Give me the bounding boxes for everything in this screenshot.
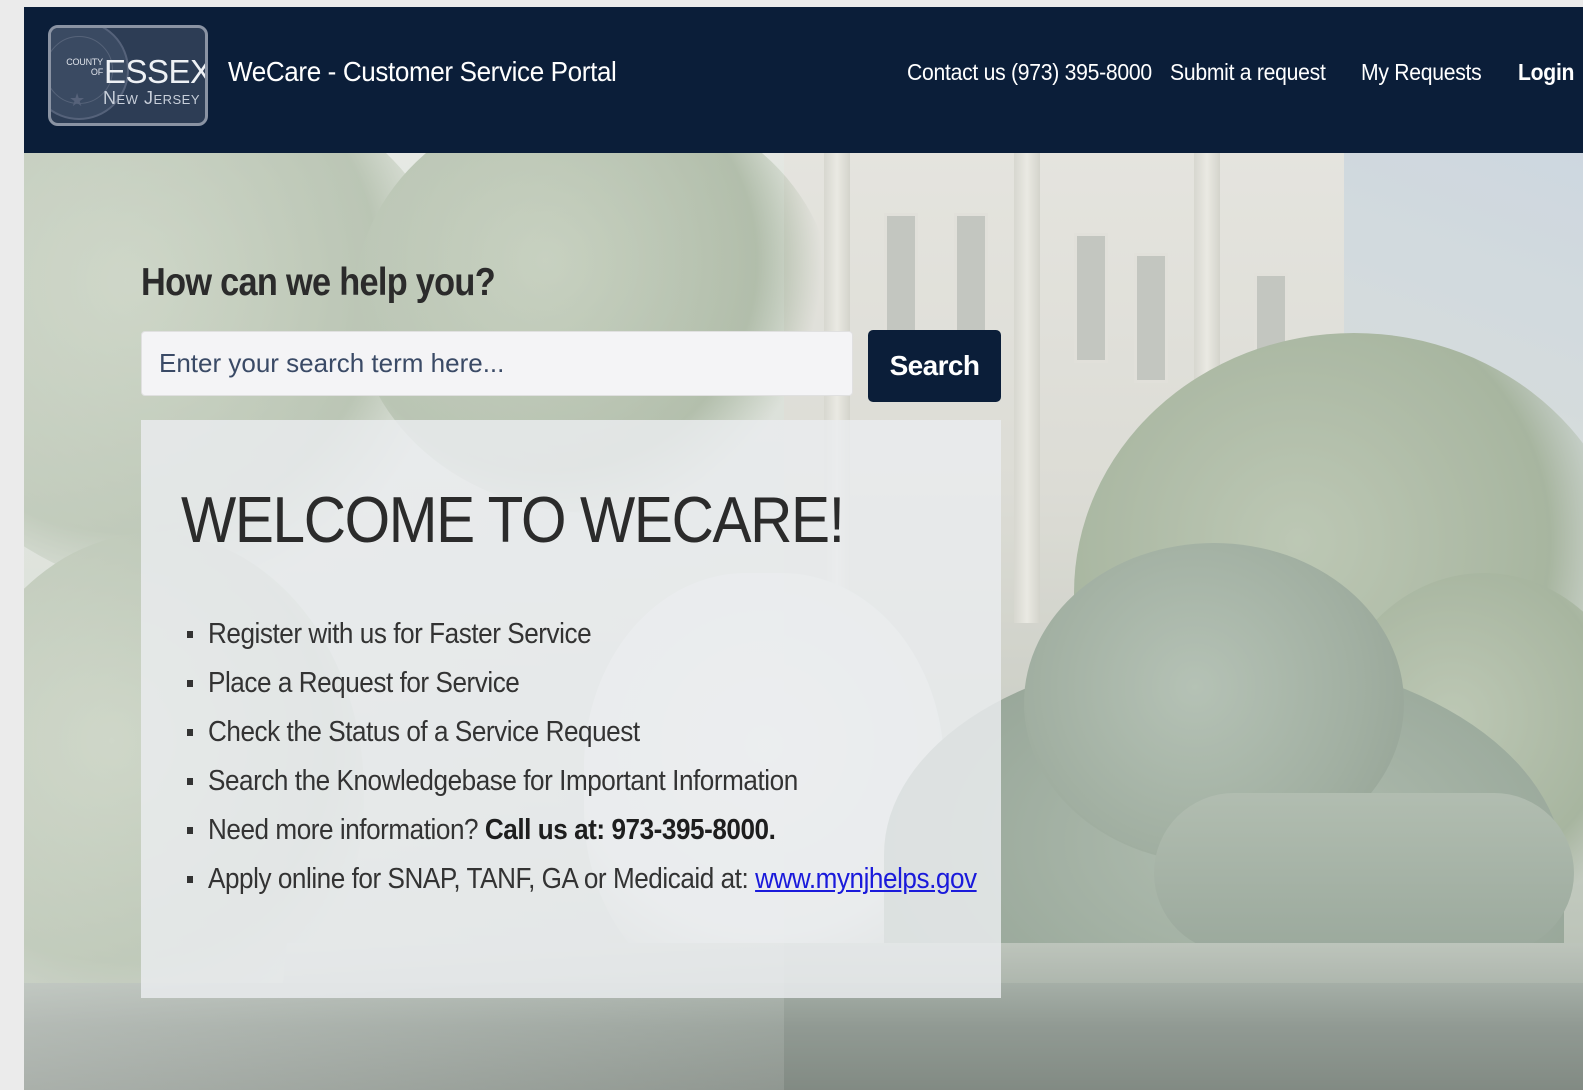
feature-text: Place a Request for Service bbox=[208, 667, 520, 699]
nav-my-requests[interactable]: My Requests bbox=[1361, 59, 1482, 86]
list-item: Register with us for Faster Service bbox=[187, 610, 1062, 659]
list-item: Check the Status of a Service Request bbox=[187, 708, 1062, 757]
apply-prefix-text: Apply online for SNAP, TANF, GA or Medic… bbox=[208, 863, 756, 895]
feature-text: Apply online for SNAP, TANF, GA or Medic… bbox=[208, 855, 977, 904]
feature-text: Register with us for Faster Service bbox=[208, 618, 592, 650]
list-item: Apply online for SNAP, TANF, GA or Medic… bbox=[187, 855, 1062, 904]
call-prefix-text: Need more information? bbox=[208, 814, 485, 846]
search-heading: How can we help you? bbox=[141, 261, 496, 304]
feature-text: Check the Status of a Service Request bbox=[208, 716, 640, 748]
search-button[interactable]: Search bbox=[868, 330, 1001, 402]
logo-county-of-text: COUNTY OF bbox=[66, 57, 103, 77]
browser-viewport: ★ COUNTY OF ESSEX New Jersey WeCare - Cu… bbox=[24, 7, 1583, 1090]
logo-essex-text: ESSEX bbox=[104, 53, 208, 90]
list-item: Place a Request for Service bbox=[187, 659, 1062, 708]
hero-section: How can we help you? Search WELCOME TO W… bbox=[24, 153, 1583, 1090]
portal-title[interactable]: WeCare - Customer Service Portal bbox=[228, 56, 617, 88]
welcome-panel: WELCOME TO WECARE! Register with us for … bbox=[141, 420, 1001, 998]
mynjhelps-link[interactable]: www.mynjhelps.gov bbox=[755, 863, 977, 895]
logo-state-text: New Jersey bbox=[103, 88, 201, 108]
nav-login[interactable]: Login bbox=[1518, 59, 1574, 86]
top-navigation-bar: ★ COUNTY OF ESSEX New Jersey WeCare - Cu… bbox=[24, 7, 1583, 153]
seal-star-icon: ★ bbox=[69, 90, 86, 111]
feature-text: Need more information? Call us at: 973-3… bbox=[208, 806, 776, 855]
essex-county-logo[interactable]: ★ COUNTY OF ESSEX New Jersey bbox=[48, 25, 208, 126]
feature-list: Register with us for Faster Service Plac… bbox=[187, 610, 1062, 904]
list-item: Need more information? Call us at: 973-3… bbox=[187, 806, 1062, 855]
welcome-heading: WELCOME TO WECARE! bbox=[181, 483, 845, 556]
list-item: Search the Knowledgebase for Important I… bbox=[187, 757, 1062, 806]
feature-text: Search the Knowledgebase for Important I… bbox=[208, 765, 798, 797]
call-phone-text: Call us at: 973-395-8000. bbox=[484, 814, 776, 846]
nav-submit-request[interactable]: Submit a request bbox=[1170, 59, 1326, 86]
search-input[interactable] bbox=[141, 331, 853, 396]
nav-contact-us[interactable]: Contact us (973) 395-8000 bbox=[907, 59, 1152, 86]
